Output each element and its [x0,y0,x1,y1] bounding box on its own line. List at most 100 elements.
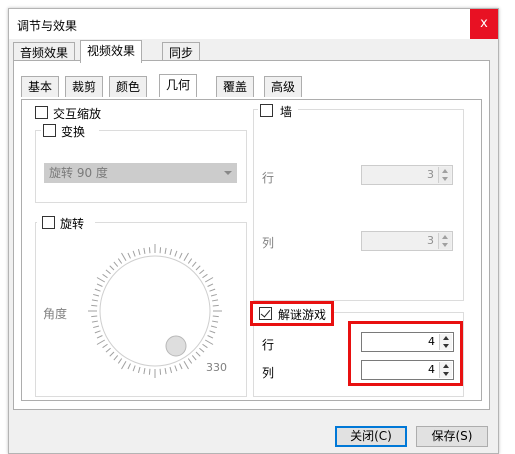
dial-knob[interactable] [165,335,187,357]
dial-value-label: 330 [206,361,227,374]
interactive-zoom-label: 交互缩放 [53,107,102,121]
dial-tick [117,358,123,364]
wall-checkbox[interactable] [260,104,273,117]
wall-rows-value: 3 [427,168,434,181]
transform-combo-value: 旋转 90 度 [49,166,108,180]
dial-tick [164,247,167,254]
dial-tick [174,365,178,372]
dial-tick [204,277,214,283]
dial-tick [169,249,173,256]
dial-tick [207,335,214,339]
dial-tick [96,335,103,339]
title-bar: 调节与效果 x [9,9,498,39]
tab-crop[interactable]: 裁剪 [65,76,104,97]
puzzle-label: 解谜游戏 [278,308,327,322]
save-button[interactable]: 保存(S) [416,426,488,447]
dial-tick [91,299,98,302]
dial-tick [113,261,119,267]
dial-tick [212,304,219,307]
dial-tick [121,252,127,262]
dial-tick [212,315,219,318]
dial-tick [91,320,98,323]
wall-group [253,109,464,301]
dial-tick [210,325,217,329]
tab-geometry[interactable]: 几何 [159,74,198,97]
dial-tick [143,247,146,254]
puzzle-checkbox[interactable] [259,307,272,320]
puzzle-rows-value: 4 [428,335,435,348]
dial-tick [137,366,141,373]
transform-checkbox[interactable] [43,124,56,137]
dial-tick [93,293,100,297]
dial-tick [105,269,111,275]
puzzle-cols-stepper[interactable] [439,362,452,378]
wall-cols-stepper[interactable] [438,233,451,249]
spin-down-icon[interactable] [443,372,449,376]
dial-tick [121,360,127,370]
dial-tick [212,320,219,323]
dial-tick [210,293,217,297]
spin-up-icon[interactable] [442,235,448,239]
dial-tick [199,347,205,353]
chevron-down-icon [224,171,232,175]
rotate-label: 旋转 [60,217,85,231]
dial-tick [96,283,103,287]
dial-tick [132,250,136,257]
dial-tick [137,249,141,256]
dial-tick [148,368,151,375]
puzzle-rows-spinbox[interactable]: 4 [361,332,454,352]
wall-rows-spinbox[interactable]: 3 [361,165,453,185]
adjustments-window: 调节与效果 x 音频效果 视频效果 同步 基本 裁剪 颜色 几何 覆盖 高级 交… [8,8,499,454]
dial-tick [94,288,101,292]
angle-label: 角度 [43,307,68,321]
wall-label: 墙 [280,105,293,119]
puzzle-cols-spinbox[interactable]: 4 [361,360,454,380]
spin-down-icon[interactable] [443,344,449,348]
interactive-zoom-checkbox[interactable] [35,106,48,119]
dial-tick [183,252,189,262]
wall-cols-label: 列 [262,236,275,250]
dial-tick [164,368,167,375]
puzzle-rows-stepper[interactable] [439,334,452,350]
tab-video-effects[interactable]: 视频效果 [80,40,143,63]
dial-tick [94,330,101,334]
puzzle-cols-label: 列 [262,366,275,380]
dial-tick [187,258,193,264]
dial-tick [169,366,173,373]
wall-rows-stepper[interactable] [438,167,451,183]
rotate-checkbox[interactable] [42,216,55,229]
spin-up-icon[interactable] [443,364,449,368]
dial-tick [148,247,151,254]
dial-tick [209,288,216,292]
spin-up-icon[interactable] [443,336,449,340]
dial-tick [179,363,183,370]
dial-tick [187,358,193,364]
dial-tick [102,273,108,279]
dial-tick [91,315,98,318]
spin-down-icon[interactable] [442,243,448,247]
transform-combo[interactable]: 旋转 90 度 [44,163,237,183]
dial-tick [212,299,219,302]
dial-tick [195,265,201,271]
dial-tick [179,252,183,259]
dial-tick [202,343,208,349]
close-icon[interactable]: x [470,9,498,39]
wall-cols-spinbox[interactable]: 3 [361,231,453,251]
tab-color[interactable]: 颜色 [109,76,148,97]
tab-basic[interactable]: 基本 [21,76,60,97]
dial-tick [117,258,123,264]
spin-up-icon[interactable] [442,169,448,173]
dial-tick [199,269,205,275]
tab-advanced[interactable]: 高级 [264,76,303,97]
tab-overlay[interactable]: 覆盖 [216,76,255,97]
dial-tick [102,343,108,349]
close-button[interactable]: 关闭(C) [335,426,407,447]
dial-tick [191,355,197,361]
dial-tick [96,277,106,283]
dial-tick [159,368,162,375]
dial-tick [159,247,162,254]
dial-tick [96,339,106,345]
spin-down-icon[interactable] [442,177,448,181]
dial-tick [202,273,208,279]
rotation-dial[interactable] [87,243,223,379]
